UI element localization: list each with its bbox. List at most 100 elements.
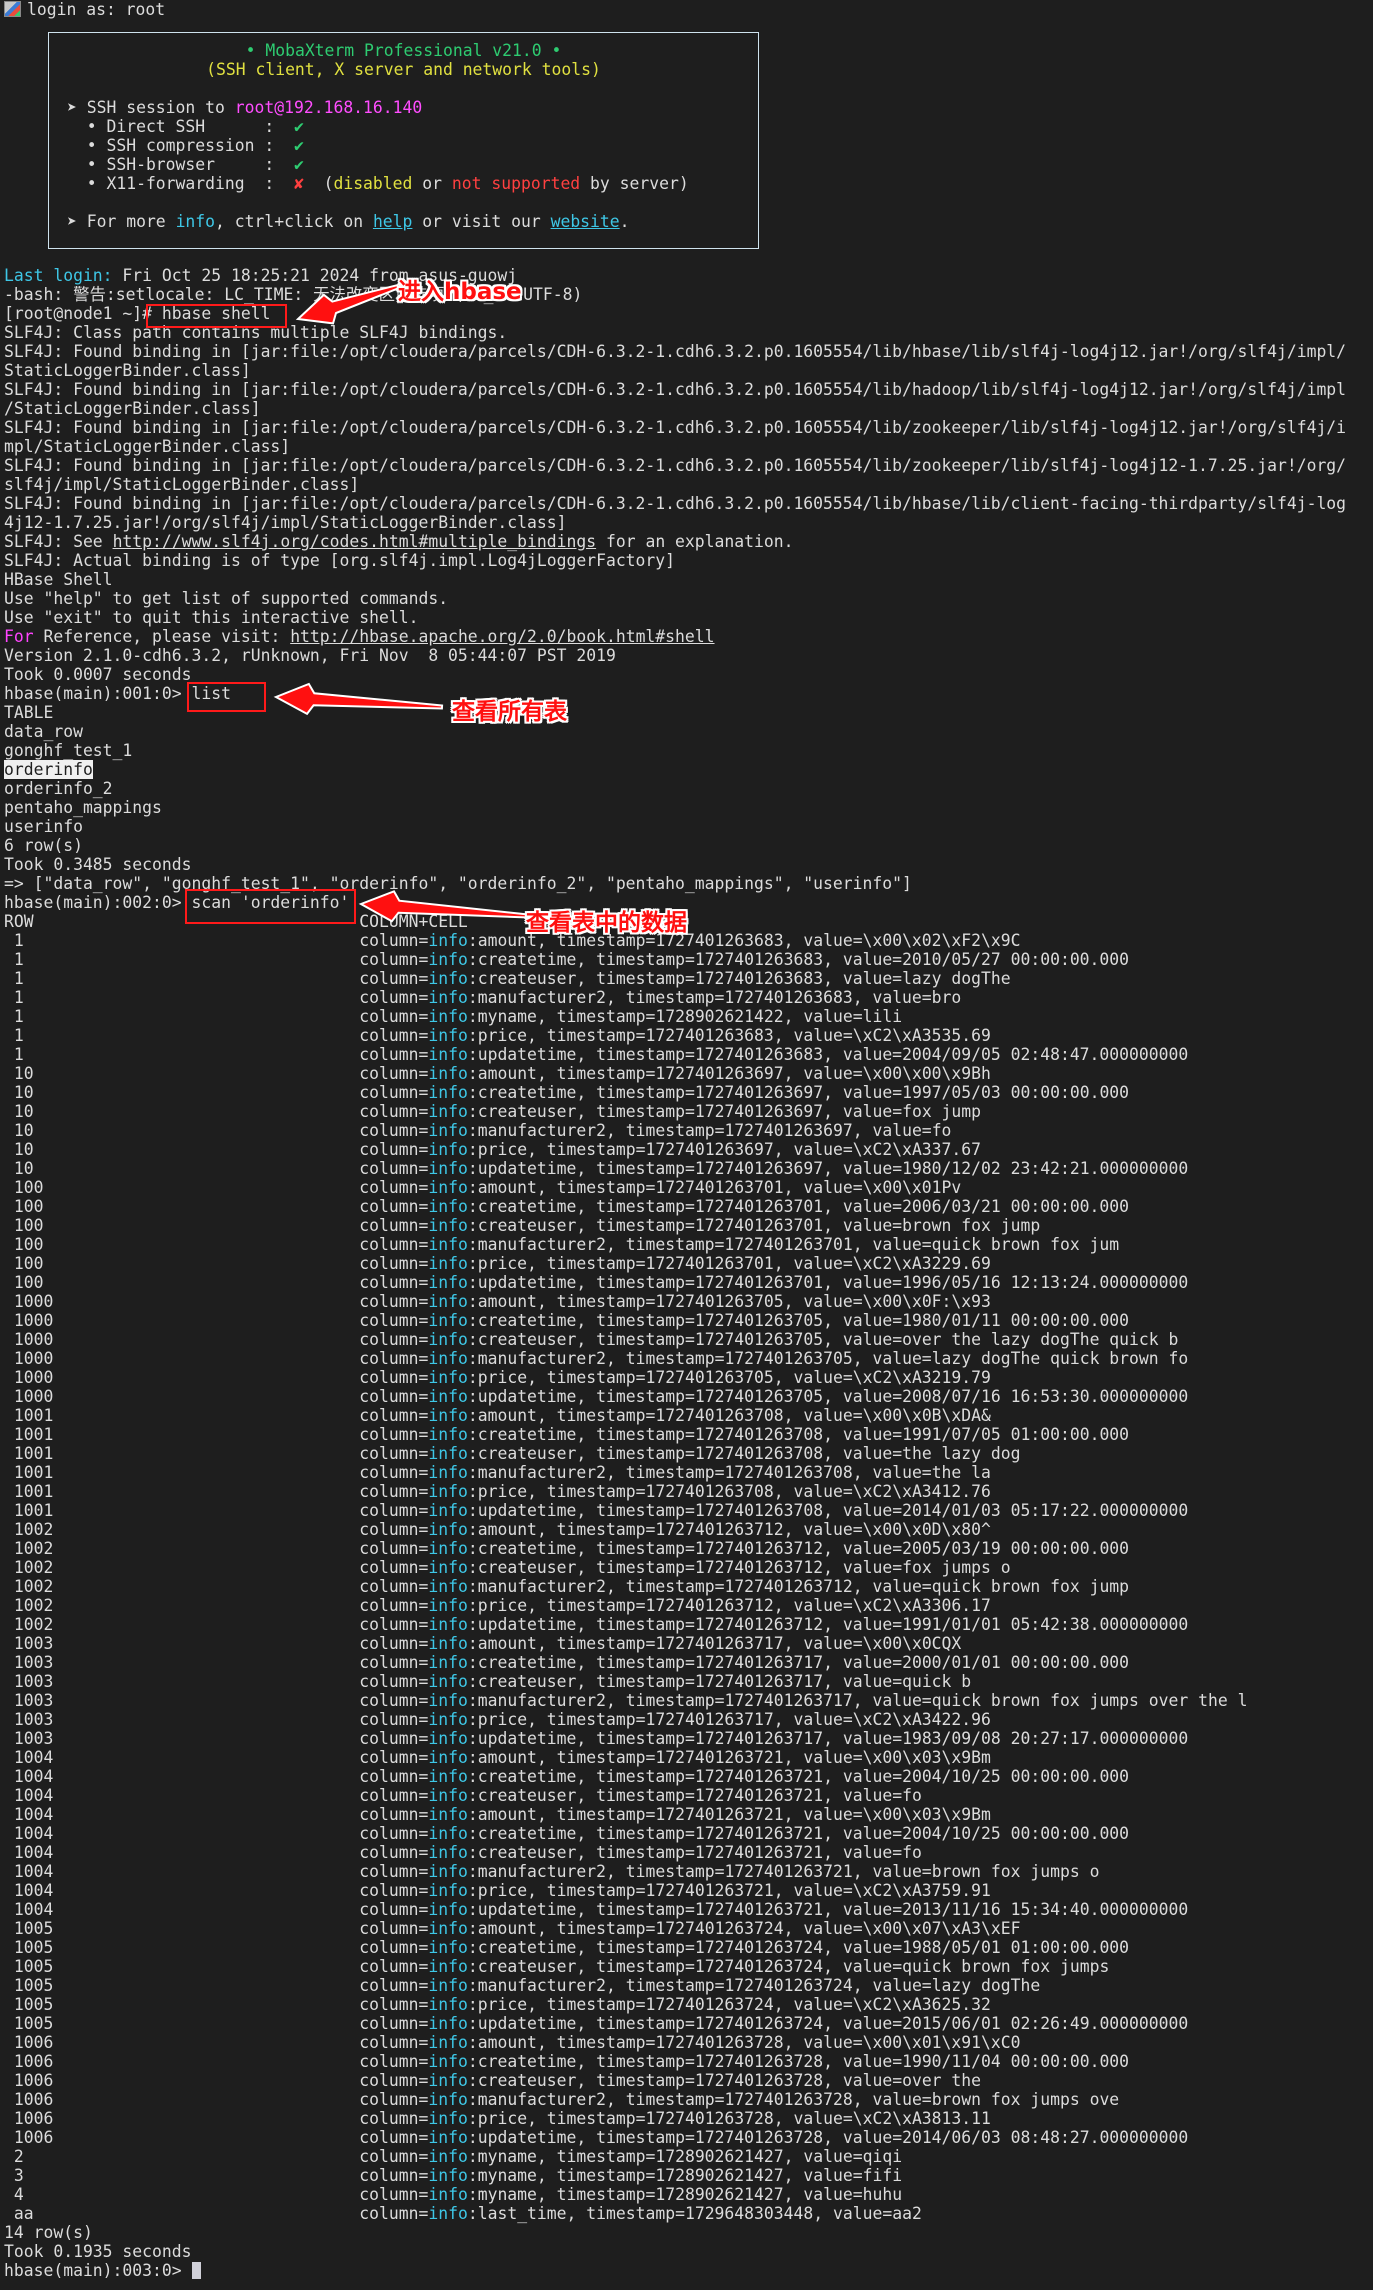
value-label: , value= — [773, 1368, 853, 1387]
column-family: info — [428, 1159, 468, 1178]
banner-line: ➤ SSH session to root@192.168.16.140 — [49, 98, 758, 117]
value-label: , value= — [823, 1083, 903, 1102]
text-segment: TABLE — [4, 703, 54, 722]
scan-cell-row: 10 column=info:manufacturer2, timestamp=… — [4, 1121, 1373, 1140]
timestamp: 1727401263721 — [694, 1824, 824, 1843]
timestamp-label: , timestamp= — [576, 1425, 695, 1444]
qualifier: myname — [477, 2166, 537, 2185]
column-label: column= — [359, 1672, 429, 1691]
timestamp: 1727401263717 — [694, 1729, 824, 1748]
value-label: , value= — [823, 1672, 903, 1691]
link[interactable]: http://www.slf4j.org/codes.html#multiple… — [113, 532, 597, 551]
sep: : — [467, 1976, 478, 1995]
text-segment: • MobaXterm Professional v21.0 • — [245, 41, 562, 60]
timestamp: 1727401263717 — [655, 1634, 784, 1653]
timestamp: 1728902621422 — [655, 1007, 784, 1026]
qualifier: createuser — [477, 1672, 577, 1691]
row-key: 10 — [13, 1102, 34, 1121]
scan-cell-row: 2 column=info:myname, timestamp=17289026… — [4, 2147, 1373, 2166]
scan-cell-row: 1004 column=info:createtime, timestamp=1… — [4, 1767, 1373, 1786]
sep: : — [467, 1292, 478, 1311]
session-icon — [4, 1, 21, 17]
sep: : — [467, 1653, 478, 1672]
value: fo — [902, 1843, 922, 1862]
scan-cell-row: 1004 column=info:updatetime, timestamp=1… — [4, 1900, 1373, 1919]
value-label: , value= — [773, 1596, 853, 1615]
scan-cell-row: 1005 column=info:updatetime, timestamp=1… — [4, 2014, 1373, 2033]
value: qiqi — [862, 2147, 903, 2166]
value: over the — [902, 2071, 982, 2090]
column-family: info — [428, 2090, 468, 2109]
timestamp: 1728902621427 — [655, 2147, 784, 2166]
timestamp-label: , timestamp= — [576, 1216, 695, 1235]
qualifier: createuser — [477, 1444, 577, 1463]
timestamp: 1727401263708 — [694, 1444, 824, 1463]
value-label: , value= — [823, 1539, 903, 1558]
shell-prompt[interactable]: hbase(main):003:0> — [4, 2261, 1373, 2280]
column-family: info — [428, 1634, 468, 1653]
timestamp-label: , timestamp= — [536, 1805, 656, 1824]
scan-cell-row: 1000 column=info:createuser, timestamp=1… — [4, 1330, 1373, 1349]
column-label: column= — [359, 1482, 429, 1501]
value: over the lazy dogThe quick b — [902, 1330, 1179, 1349]
timestamp-label: , timestamp= — [576, 1938, 695, 1957]
value: \x00\x01Pv — [862, 1178, 962, 1197]
qualifier: updatetime — [477, 1900, 577, 1919]
qualifier: updatetime — [477, 1501, 577, 1520]
link[interactable]: help — [373, 212, 412, 231]
sep: : — [467, 2147, 478, 2166]
text-segment: • SSH compression : — [67, 136, 294, 155]
row-key: 10 — [13, 1121, 34, 1140]
value: 2008/07/16 16:53:30.000000000 — [902, 1387, 1189, 1406]
sep: : — [467, 1102, 478, 1121]
row-key: 1006 — [13, 2128, 54, 2147]
qualifier: manufacturer2 — [477, 1862, 607, 1881]
column-label: column= — [359, 1900, 429, 1919]
timestamp: 1727401263721 — [694, 1900, 824, 1919]
scan-cell-row: 1001 column=info:createtime, timestamp=1… — [4, 1425, 1373, 1444]
value-label: , value= — [783, 1178, 863, 1197]
scan-cell-row: 1 column=info:createtime, timestamp=1727… — [4, 950, 1373, 969]
value: quick brown fox jum — [931, 1235, 1120, 1254]
sep: : — [467, 1140, 478, 1159]
sep: : — [467, 2014, 478, 2033]
timestamp: 1729648303448 — [684, 2204, 814, 2223]
text-segment: Took 0.0007 seconds — [4, 665, 192, 684]
row-key: 1003 — [13, 1710, 54, 1729]
timestamp-label: , timestamp= — [527, 1482, 646, 1501]
timestamp: 1727401263724 — [724, 1976, 853, 1995]
column-family: info — [428, 2052, 468, 2071]
sep: : — [467, 1843, 478, 1862]
sep: : — [467, 988, 478, 1007]
column-family: info — [428, 1881, 468, 1900]
qualifier: updatetime — [477, 1045, 577, 1064]
text-segment: ➤ SSH session to — [67, 98, 235, 117]
row-key: 100 — [13, 1235, 44, 1254]
timestamp-label: , timestamp= — [576, 1197, 695, 1216]
column-label: column= — [359, 1292, 429, 1311]
link[interactable]: website — [551, 212, 620, 231]
sep: : — [467, 1995, 478, 2014]
column-family: info — [428, 1919, 468, 1938]
sep: : — [467, 1368, 478, 1387]
row-key: 100 — [13, 1254, 44, 1273]
sep: : — [467, 1710, 478, 1729]
terminal-output[interactable]: login as: root Last login: Fri Oct 25 18… — [4, 0, 1373, 2280]
row-key: 1006 — [13, 2033, 54, 2052]
qualifier: amount — [477, 1178, 537, 1197]
sep: : — [467, 1824, 478, 1843]
timestamp-label: , timestamp= — [606, 1121, 725, 1140]
row-key: 1004 — [13, 1843, 54, 1862]
link[interactable]: http://hbase.apache.org/2.0/book.html#sh… — [290, 627, 714, 646]
